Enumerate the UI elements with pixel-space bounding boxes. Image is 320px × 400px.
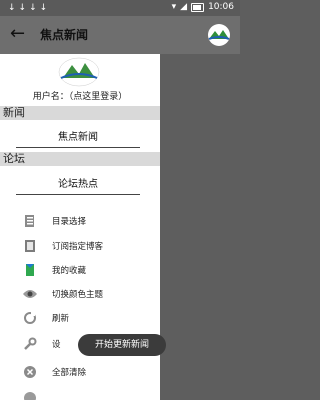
battery-icon [191, 2, 205, 12]
menu-label: 订阅指定博客 [52, 242, 104, 252]
back-arrow-icon[interactable]: ← [10, 24, 30, 44]
status-indicators: ▾ ◢ 10:06 [172, 2, 234, 12]
menu-label: 目录选择 [52, 217, 87, 227]
favorites-icon [22, 262, 38, 278]
menu-label: 切换颜色主题 [52, 290, 104, 300]
menu-item-switch-theme[interactable]: 切换颜色主题 [22, 284, 158, 304]
refresh-icon [22, 310, 38, 326]
wifi-icon: ▾ [171, 2, 177, 12]
menu-item-favorites[interactable]: 我的收藏 [22, 260, 158, 280]
menu-label: 设 [52, 340, 61, 350]
menu-label: 刷新 [52, 314, 70, 324]
directory-icon [22, 213, 38, 229]
menu-item-partial[interactable] [22, 388, 158, 400]
download-notification-icons: ↓↓↓↓ [8, 3, 51, 13]
drawer-item-focus-news[interactable]: 焦点新闻 [16, 128, 140, 148]
subscribe-icon [22, 238, 38, 254]
app-bar: ← 焦点新闻 [0, 16, 240, 54]
menu-label: 我的收藏 [52, 266, 87, 276]
clear-icon [22, 364, 38, 380]
menu-item-clear-all[interactable]: 全部清除 [22, 362, 158, 382]
app-title: 焦点新闻 [40, 28, 89, 42]
section-header-forum: 论坛 [0, 152, 160, 166]
status-bar: ↓↓↓↓ ▾ ◢ 10:06 [0, 0, 240, 16]
menu-item-subscribe-blog[interactable]: 订阅指定博客 [22, 236, 158, 256]
drawer-item-forum-hot[interactable]: 论坛热点 [16, 175, 140, 195]
section-header-news: 新闻 [0, 106, 160, 120]
exit-icon [22, 390, 38, 400]
menu-item-directory[interactable]: 目录选择 [22, 211, 158, 231]
settings-icon [22, 336, 38, 352]
app-logo-icon[interactable] [206, 23, 232, 47]
login-prompt[interactable]: 用户名：（点这里登录） [0, 89, 160, 102]
menu-item-refresh[interactable]: 刷新 [22, 308, 158, 328]
signal-icon: ◢ [180, 2, 188, 12]
eye-icon [22, 286, 38, 302]
clock: 10:06 [208, 2, 234, 12]
avatar[interactable] [57, 54, 101, 88]
menu-label: 全部清除 [52, 368, 87, 378]
toast-message: 开始更新新闻 [78, 334, 166, 356]
drawer-scrim[interactable] [160, 54, 240, 400]
